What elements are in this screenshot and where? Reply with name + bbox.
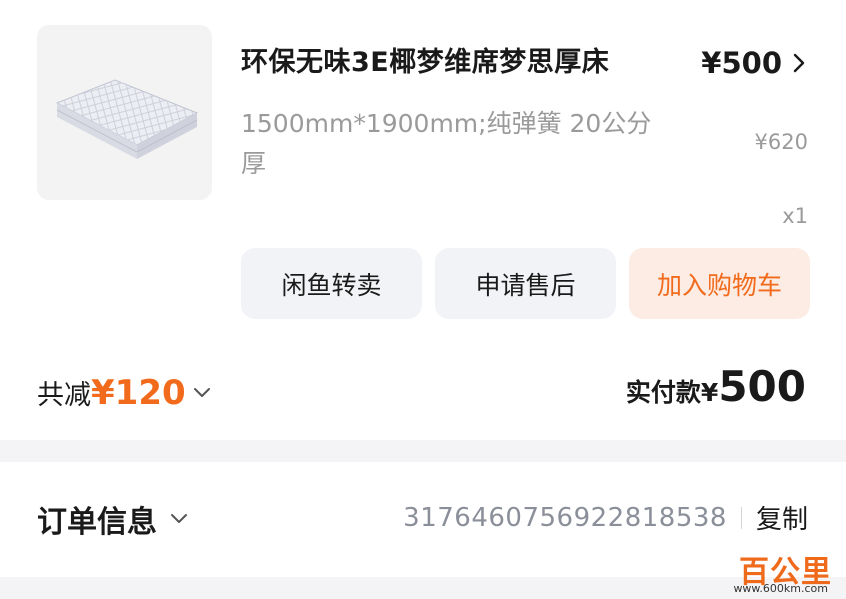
original-price: ¥620	[754, 130, 808, 154]
chevron-right-icon	[793, 53, 805, 73]
watermark-logo: 百公里 www.600km.com	[702, 547, 838, 595]
chevron-down-icon	[171, 514, 187, 523]
after-sale-button[interactable]: 申请售后	[435, 248, 616, 319]
order-number: 3176460756922818538	[403, 502, 727, 533]
order-number-row: 3176460756922818538 复制	[403, 499, 808, 536]
discount-label: 共减	[37, 380, 91, 411]
copy-button[interactable]: 复制	[756, 499, 808, 536]
resell-button[interactable]: 闲鱼转卖	[241, 248, 422, 319]
section-divider	[0, 440, 846, 462]
order-item-card: 环保无味3E椰梦维席梦思厚床 1500mm*1900mm;纯弹簧 20公分厚 ¥…	[0, 0, 846, 440]
product-spec: 1500mm*1900mm;纯弹簧 20公分厚	[241, 109, 652, 178]
product-thumbnail[interactable]	[37, 25, 212, 200]
chevron-down-icon	[193, 388, 210, 397]
order-info-title: 订单信息	[37, 505, 157, 540]
product-price: ¥500	[701, 46, 782, 80]
watermark-url: www.600km.com	[733, 582, 828, 595]
price-link[interactable]: ¥500	[701, 46, 806, 80]
add-to-cart-button[interactable]: 加入购物车	[629, 248, 810, 319]
paid-label: 实付款¥	[625, 378, 719, 407]
order-info-toggle[interactable]: 订单信息	[37, 497, 189, 541]
product-title[interactable]: 环保无味3E椰梦维席梦思厚床	[241, 40, 609, 79]
mattress-image	[55, 79, 199, 159]
separator	[740, 506, 742, 529]
discount-amount: ¥120	[91, 373, 186, 413]
paid-total: 实付款¥ 500	[626, 362, 806, 411]
paid-amount: 500	[718, 362, 806, 411]
quantity: x1	[782, 204, 808, 228]
discount-summary[interactable]: 共减 ¥120	[37, 373, 212, 413]
